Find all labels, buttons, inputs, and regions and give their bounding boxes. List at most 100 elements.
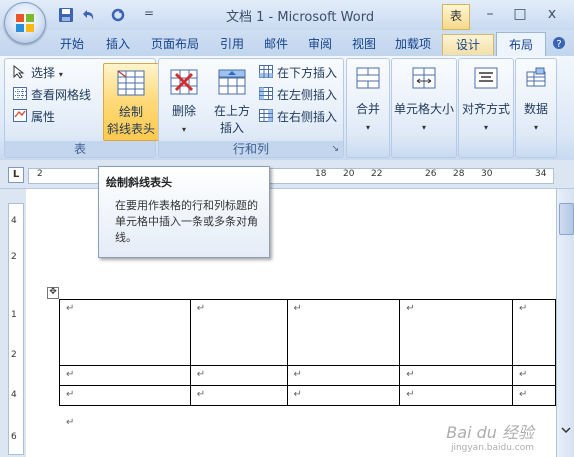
office-button[interactable] — [4, 2, 46, 44]
cursor-icon — [13, 65, 25, 79]
table-cell[interactable]: ↵ — [512, 365, 556, 386]
tooltip-title: 绘制斜线表头 — [106, 176, 172, 189]
table-cell[interactable]: ↵ — [59, 365, 191, 386]
tab-design[interactable]: 设计 — [442, 34, 494, 55]
table-cell[interactable]: ↵ — [286, 365, 401, 386]
tab-home[interactable]: 开始 — [52, 34, 92, 54]
title-bar: 文档 1 - Microsoft Word = 表 – □ x — [0, 0, 574, 31]
ribbon: 选择 ▾ 查看网格线 属性 绘制 斜线表头 表 删除 ▾ 在上方 插入 在下方插… — [0, 56, 574, 161]
diagonal-header-icon — [117, 70, 145, 96]
properties-icon — [13, 109, 27, 122]
redo-icon[interactable] — [110, 7, 126, 23]
alignment-button[interactable]: 对齐方式 ▾ — [459, 63, 513, 139]
minimize-button[interactable]: – — [476, 4, 504, 24]
table-tools-tab: 表 — [442, 4, 470, 30]
table-move-handle[interactable]: ✥ — [47, 287, 59, 299]
tab-page-layout[interactable]: 页面布局 — [144, 34, 206, 54]
draw-diagonal-header-button[interactable]: 绘制 斜线表头 — [103, 63, 159, 141]
close-button[interactable]: x — [538, 4, 566, 24]
quick-access-dropdown[interactable]: = — [144, 6, 154, 20]
tab-view[interactable]: 视图 — [344, 34, 384, 54]
insert-left-icon — [259, 87, 273, 100]
table-cell[interactable]: ↵ — [189, 299, 288, 366]
gridlines-icon — [13, 87, 27, 100]
delete-button[interactable]: 删除 ▾ — [163, 63, 205, 139]
tab-selector-button[interactable]: L — [8, 167, 24, 183]
merge-dropdown-arrow: ▾ — [365, 123, 370, 132]
insert-right-button[interactable]: 在右侧插入 — [277, 108, 337, 125]
vertical-ruler-strip[interactable]: 4 2 1 2 4 6 — [8, 203, 24, 455]
undo-icon[interactable] — [80, 7, 96, 23]
vruler-tick: 2 — [11, 350, 17, 360]
delete-dropdown-arrow: ▾ — [181, 125, 186, 134]
baidu-watermark: Bai du 经验 jingyan.baidu.com — [446, 419, 534, 453]
rows-columns-group-label: 行和列 ↘ — [159, 141, 343, 157]
table-cell[interactable]: ↵ — [399, 365, 514, 386]
ruler-tick: 18 — [315, 169, 327, 179]
ribbon-tabs: 开始 插入 页面布局 引用 邮件 审阅 视图 加载项 设计 布局 ? — [0, 30, 574, 57]
table-cell[interactable]: ↵ — [399, 299, 514, 366]
paragraph-mark: ↵ — [66, 417, 75, 428]
ruler-tick: 30 — [481, 169, 493, 179]
tooltip-body: 在要用作表格的行和列标题的单元格中插入一条或多条对角线。 — [115, 199, 258, 244]
table-cell[interactable]: ↵ — [59, 299, 191, 366]
insert-above-button[interactable]: 在上方 插入 — [211, 63, 253, 139]
draw-diagonal-label-1: 绘制 — [118, 105, 143, 119]
tab-insert[interactable]: 插入 — [98, 34, 138, 54]
merge-icon — [356, 67, 380, 89]
data-button[interactable]: 数据 ▾ — [516, 63, 556, 139]
select-dropdown-arrow: ▾ — [58, 70, 63, 79]
scrollbar-thumb[interactable] — [559, 203, 574, 235]
view-gridlines-button[interactable]: 查看网格线 — [31, 86, 91, 103]
insert-above-icon — [218, 69, 246, 95]
document-table[interactable]: ↵ ↵ ↵ ↵ ↵ ↵ ↵ ↵ ↵ ↵ ↵ ↵ ↵ ↵ ↵ — [59, 299, 556, 406]
tab-references[interactable]: 引用 — [212, 34, 252, 54]
insert-above-label-2: 插入 — [219, 121, 244, 135]
save-icon[interactable] — [58, 7, 74, 23]
maximize-button[interactable]: □ — [506, 4, 534, 24]
table-row: ↵ ↵ ↵ ↵ ↵ — [59, 385, 556, 406]
select-button[interactable]: 选择 ▾ — [31, 64, 63, 81]
delete-table-icon — [170, 69, 198, 95]
table-cell[interactable]: ↵ — [512, 299, 556, 366]
data-icon — [526, 67, 546, 87]
table-cell[interactable]: ↵ — [59, 385, 191, 406]
dialog-launcher-icon[interactable]: ↘ — [331, 141, 339, 157]
table-row: ↵ ↵ ↵ ↵ ↵ — [59, 299, 556, 366]
insert-left-button[interactable]: 在左侧插入 — [277, 86, 337, 103]
table-cell[interactable]: ↵ — [512, 385, 556, 406]
cell-size-icon — [412, 67, 436, 89]
select-label: 选择 — [31, 66, 56, 80]
tab-review[interactable]: 审阅 — [300, 34, 340, 54]
vertical-scrollbar[interactable] — [556, 189, 574, 457]
delete-label: 删除 — [171, 104, 196, 118]
insert-above-label-1: 在上方 — [213, 104, 250, 118]
table-cell[interactable]: ↵ — [189, 385, 288, 406]
vruler-tick: 2 — [11, 252, 17, 262]
insert-below-button[interactable]: 在下方插入 — [277, 64, 337, 81]
vruler-tick: 4 — [11, 216, 17, 226]
table-cell[interactable]: ↵ — [286, 385, 401, 406]
merge-button[interactable]: 合并 ▾ — [347, 63, 389, 139]
help-icon[interactable]: ? — [552, 36, 566, 50]
tab-layout[interactable]: 布局 — [496, 32, 546, 57]
alignment-dropdown-arrow: ▾ — [483, 123, 488, 132]
cell-size-button[interactable]: 单元格大小 ▾ — [392, 63, 456, 139]
draw-diagonal-label-2: 斜线表头 — [106, 122, 155, 136]
ruler-tick: 34 — [535, 169, 547, 179]
table-cell[interactable]: ↵ — [399, 385, 514, 406]
ruler-tick: 28 — [453, 169, 465, 179]
tab-addins[interactable]: 加载项 — [388, 34, 438, 54]
table-cell[interactable]: ↵ — [189, 365, 288, 386]
rows-columns-label-text: 行和列 — [232, 142, 269, 156]
tab-mailings[interactable]: 邮件 — [256, 34, 296, 54]
properties-button[interactable]: 属性 — [31, 108, 55, 125]
table-cell[interactable]: ↵ — [286, 299, 401, 366]
rows-columns-group: 删除 ▾ 在上方 插入 在下方插入 在左侧插入 在右侧插入 行和列 ↘ — [158, 58, 344, 158]
scroll-down-arrow-icon[interactable] — [561, 425, 571, 435]
ruler-tick: 2 — [37, 169, 43, 179]
svg-text:?: ? — [556, 39, 561, 50]
horizontal-ruler: L 2 18 20 22 26 28 30 34 — [0, 160, 574, 189]
merge-label: 合并 — [355, 102, 380, 116]
merge-group: 合并 ▾ — [346, 58, 390, 158]
